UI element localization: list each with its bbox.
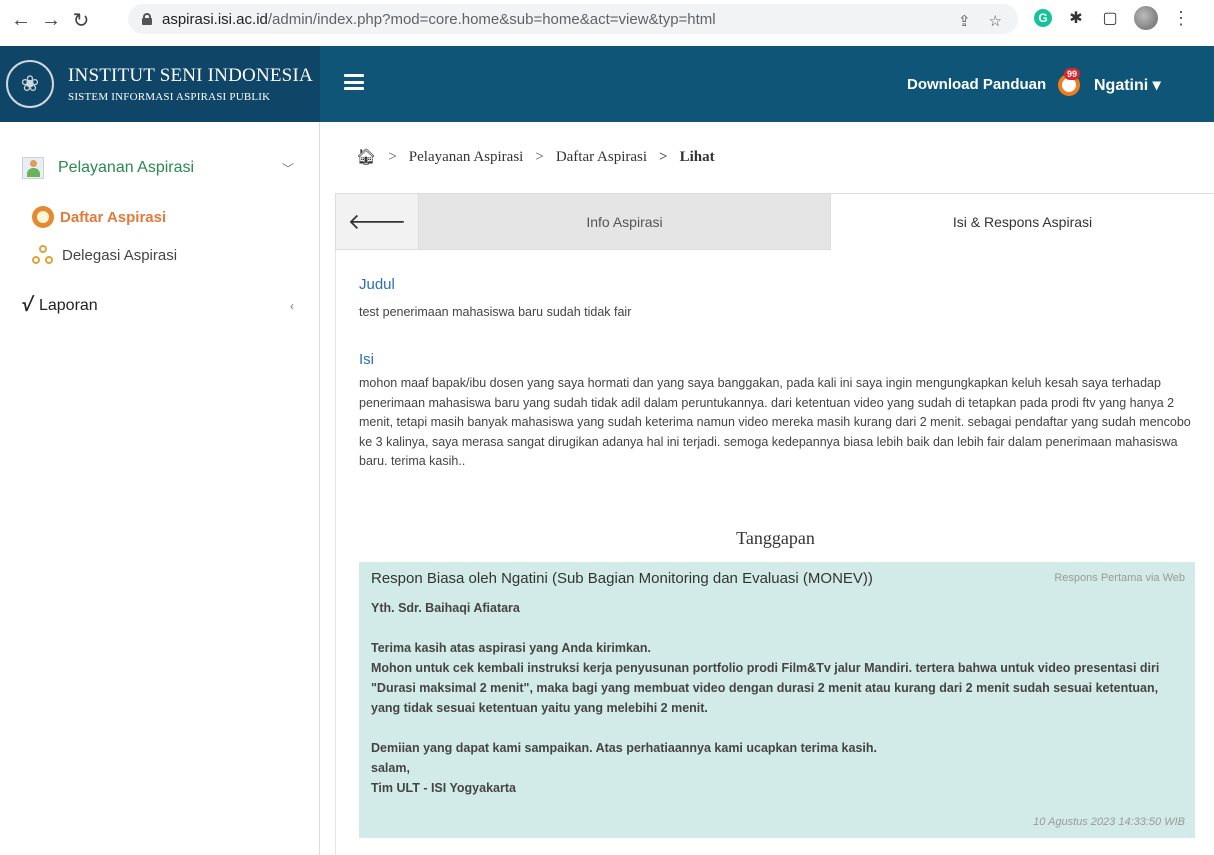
url-path: /admin/index.php?mod=core.home&sub=home&… (267, 10, 716, 28)
grammarly-icon[interactable]: G (1034, 9, 1052, 27)
reload-icon[interactable]: ↻ (66, 8, 96, 33)
sidebar-item-daftar-aspirasi[interactable]: Daftar Aspirasi (32, 206, 166, 228)
breadcrumb: 🏠︎ > Pelayanan Aspirasi > Daftar Aspiras… (356, 147, 715, 167)
chevron-left-icon: ‹ (290, 298, 294, 313)
sidebar-item-delegasi-aspirasi[interactable]: Delegasi Aspirasi (32, 245, 177, 265)
response-line: Yth. Sdr. Baihaqi Afiatara (371, 601, 520, 615)
sidebar-group-label: Pelayanan Aspirasi (58, 159, 195, 176)
judul-label: Judul (359, 276, 395, 293)
tanggapan-heading: Tanggapan (736, 528, 815, 548)
delegation-icon (32, 245, 54, 265)
sidebar-item-label: Daftar Aspirasi (60, 208, 167, 226)
download-guide-link[interactable]: Download Panduan (907, 76, 1046, 93)
forward-icon[interactable]: → (36, 9, 66, 32)
breadcrumb-current: Lihat (679, 148, 715, 165)
sidebar-group-laporan[interactable]: √ Laporan ‹ (20, 294, 302, 317)
response-line: salam, (371, 761, 410, 775)
response-title: Respon Biasa oleh Ngatini (Sub Bagian Mo… (371, 570, 873, 587)
response-card: Respon Biasa oleh Ngatini (Sub Bagian Mo… (359, 562, 1195, 838)
brand-title: INSTITUT SENI INDONESIA (68, 65, 313, 86)
response-via: Respons Pertama via Web (1054, 572, 1185, 584)
response-line: Mohon untuk cek kembali instruksi kerja … (371, 661, 1160, 715)
back-icon[interactable]: ← (6, 9, 36, 32)
profile-avatar[interactable] (1134, 6, 1158, 30)
response-line: Demiian yang dapat kami sampaikan. Atas … (371, 741, 877, 755)
home-icon[interactable]: 🏠︎ (356, 147, 376, 167)
menu-icon[interactable]: ⋮ (1172, 8, 1190, 29)
breadcrumb-pelayanan[interactable]: Pelayanan Aspirasi (409, 149, 524, 166)
notification-icon[interactable]: 99 (1058, 68, 1082, 96)
tab-info-aspirasi[interactable]: Info Aspirasi (419, 193, 830, 250)
breadcrumb-separator: > (535, 148, 544, 165)
judul-value: test penerimaan mahasiswa baru sudah tid… (359, 305, 632, 319)
sidebar-group-pelayanan[interactable]: Pelayanan Aspirasi ﹀ (22, 157, 302, 179)
person-icon (22, 157, 44, 179)
isi-value: mohon maaf bapak/ibu dosen yang saya hor… (359, 376, 1191, 468)
address-bar[interactable]: aspirasi.isi.ac.id/admin/index.php?mod=c… (128, 4, 1018, 34)
sidebar: Pelayanan Aspirasi ﹀ Daftar Aspirasi Del… (0, 122, 320, 855)
sidebar-group-label: Laporan (38, 296, 98, 314)
url-host: aspirasi.isi.ac.id (162, 10, 268, 28)
tab-isi-respons[interactable]: Isi & Respons Aspirasi (830, 193, 1214, 250)
checkmark-icon: √ (20, 294, 35, 316)
breadcrumb-separator: > (388, 148, 397, 165)
response-line: Terima kasih atas aspirasi yang Anda kir… (371, 641, 651, 655)
user-menu[interactable]: Ngatini ▾ (1094, 75, 1161, 95)
notification-badge: 99 (1064, 68, 1081, 80)
hamburger-menu-icon[interactable] (344, 74, 364, 90)
back-arrow-icon[interactable]: 🡐 (335, 193, 419, 250)
breadcrumb-separator: > (659, 148, 668, 165)
aspirasi-content: Judul test penerimaan mahasiswa baru sud… (335, 250, 1214, 855)
sidepanel-icon[interactable]: ▢ (1100, 8, 1120, 28)
tab-bar: 🡐 Info Aspirasi Isi & Respons Aspirasi (335, 193, 1214, 250)
isi-logo-icon: ❀ (6, 60, 54, 108)
chevron-down-icon: ﹀ (281, 161, 294, 176)
response-line (371, 718, 1183, 738)
response-body: Yth. Sdr. Baihaqi Afiatara Terima kasih … (371, 598, 1183, 798)
lightbulb-icon (32, 206, 54, 228)
star-icon[interactable]: ☆ (989, 12, 1002, 30)
top-navbar: Download Panduan 99 Ngatini ▾ (320, 46, 1214, 122)
lock-icon (142, 13, 152, 25)
breadcrumb-daftar[interactable]: Daftar Aspirasi (556, 149, 647, 166)
brand-subtitle: SISTEM INFORMASI ASPIRASI PUBLIK (68, 91, 271, 103)
response-line: Tim ULT - ISI Yogyakarta (371, 781, 516, 795)
share-icon[interactable]: ⇪ (958, 12, 971, 30)
sidebar-item-label: Delegasi Aspirasi (62, 246, 178, 264)
extensions-icon[interactable]: ✱ (1066, 8, 1086, 28)
response-date: 10 Agustus 2023 14:33:50 WIB (1033, 816, 1185, 828)
brand-header: ❀ INSTITUT SENI INDONESIA SISTEM INFORMA… (0, 46, 320, 122)
response-line (371, 618, 1183, 638)
isi-label: Isi (359, 351, 374, 368)
browser-toolbar: ← → ↻ aspirasi.isi.ac.id/admin/index.php… (0, 0, 1214, 40)
